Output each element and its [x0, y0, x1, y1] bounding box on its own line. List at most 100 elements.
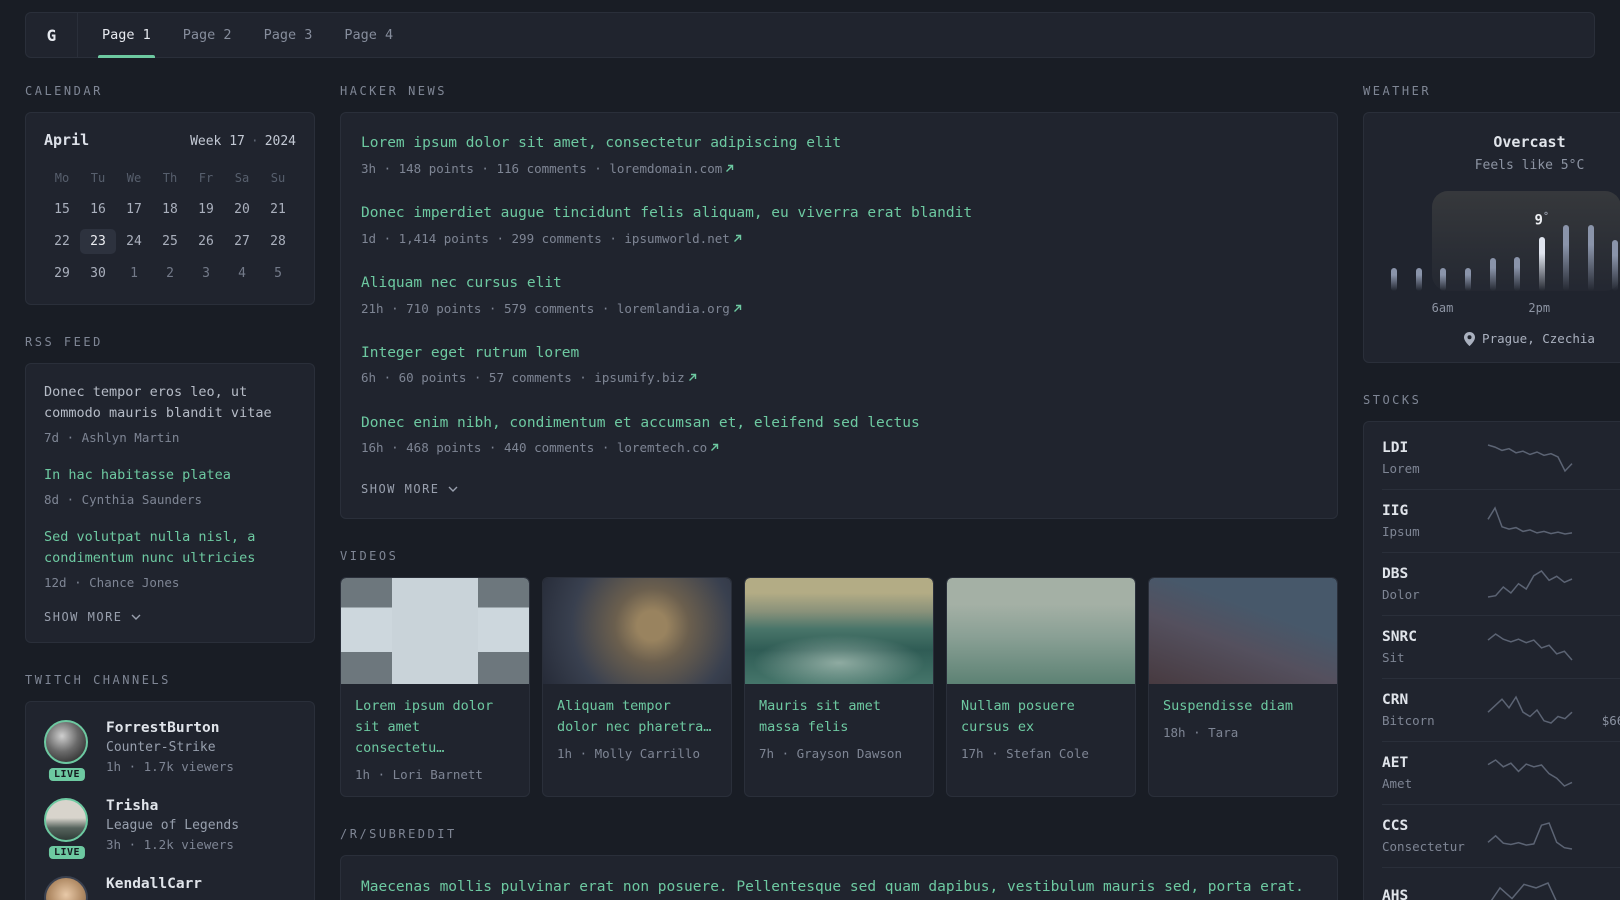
- hackernews-show-more-button[interactable]: SHOW MORE: [361, 482, 458, 496]
- twitch-channel-row[interactable]: LIVE ForrestBurton Counter-Strike 1h · 1.7k…: [44, 719, 296, 781]
- story-domain-link[interactable]: loremtech.co: [617, 440, 707, 455]
- avatar-wrap: LIVE: [44, 797, 90, 859]
- calendar-date: 24: [126, 234, 142, 249]
- tab-page-4[interactable]: Page 4: [332, 13, 405, 57]
- calendar-day-header: Mo: [54, 170, 70, 185]
- calendar-date: 17: [126, 202, 142, 217]
- stock-row[interactable]: CRN Bitcorn -1.00% $66,171.48: [1382, 678, 1620, 741]
- avatar-wrap: LIVE: [44, 719, 90, 781]
- weather-heading: WEATHER: [1363, 84, 1432, 98]
- rss-item-meta: 12d · Chance Jones: [44, 574, 180, 590]
- video-title: Lorem ipsum dolor sit amet consectetu…: [355, 698, 494, 757]
- sparkline-chart: [1487, 444, 1573, 473]
- app-logo[interactable]: G: [26, 13, 78, 57]
- stock-name: Consectetur: [1382, 839, 1465, 854]
- stock-name: Ipsum: [1382, 524, 1420, 539]
- rss-item-title[interactable]: Donec tempor eros leo, ut commodo mauris…: [44, 382, 296, 424]
- twitch-channel-row[interactable]: LIVE Trisha League of Legends 3h · 1.2k vie…: [44, 797, 296, 859]
- stock-sparkline: [1486, 506, 1574, 536]
- story-domain-link[interactable]: ipsumworld.net: [624, 231, 729, 246]
- stock-ticker: DBS: [1382, 566, 1409, 582]
- story-meta: 21h · 710 points · 579 comments · loreml…: [361, 300, 1317, 318]
- video-card[interactable]: Mauris sit amet massa felis 7h · Grayson …: [744, 577, 934, 798]
- calendar-grid: Mo Tu We Th Fr Sa Su 15 16 17 18 19 20 21 22 23 24 25 26 27…: [44, 165, 296, 286]
- video-card[interactable]: Aliquam tempor dolor nec pharetra… 1h · M…: [542, 577, 732, 798]
- tab-page-2[interactable]: Page 2: [171, 13, 244, 57]
- stock-row[interactable]: SNRC Sit +1.36% $148.64: [1382, 615, 1620, 678]
- video-thumbnail: [1149, 578, 1337, 685]
- weather-time-label: [1551, 301, 1575, 315]
- calendar-date: 30: [90, 266, 106, 281]
- rss-show-more-button[interactable]: SHOW MORE: [44, 610, 141, 624]
- calendar-date: 16: [90, 202, 106, 217]
- calendar-card: April Week 17 · 2024 Mo Tu We Th Fr Sa Su 15 16 17 1…: [25, 112, 315, 305]
- rss-card: Donec tempor eros leo, ut commodo mauris…: [25, 363, 315, 643]
- stock-values-cell: -1.00% $66,171.48: [1574, 692, 1620, 728]
- rss-item-meta: 7d · Ashlyn Martin: [44, 429, 180, 445]
- stock-ticker: SNRC: [1382, 629, 1417, 645]
- stock-change: +2.84%: [1574, 503, 1620, 519]
- stock-row[interactable]: CCS Consectetur +0.51% $165.84: [1382, 804, 1620, 867]
- stock-values-cell: +0.51% $165.84: [1574, 818, 1620, 854]
- stock-price: $165.84: [1574, 839, 1620, 854]
- calendar-day-header: Th: [162, 170, 178, 185]
- story-domain-link[interactable]: ipsumify.biz: [594, 370, 684, 385]
- subreddit-widget: /R/SUBREDDIT Maecenas mollis pulvinar er…: [340, 827, 1338, 900]
- stock-row[interactable]: IIG Ipsum +2.84% $42.04: [1382, 489, 1620, 552]
- reddit-post-title[interactable]: Maecenas mollis pulvinar erat non posuer…: [361, 876, 1317, 900]
- video-meta: 1h · Molly Carrillo: [557, 746, 700, 762]
- weather-feels-like: Feels like 5°C: [1474, 158, 1585, 173]
- stock-symbol-cell: CCS Consectetur: [1382, 818, 1486, 854]
- weather-condition: Overcast: [1493, 133, 1566, 151]
- story-domain-link[interactable]: loremlandia.org: [617, 301, 730, 316]
- story-title-link[interactable]: Aliquam nec cursus elit: [361, 273, 1317, 295]
- stock-change: +4.35%: [1574, 440, 1620, 456]
- story-title-link[interactable]: Lorem ipsum dolor sit amet, consectetur …: [361, 133, 1317, 155]
- twitch-channel-row[interactable]: KendallCarr: [44, 875, 296, 900]
- calendar-day-header: Sa: [234, 170, 250, 185]
- video-card[interactable]: Nullam posuere cursus ex 17h · Stefan Col…: [946, 577, 1136, 798]
- stock-ticker: CRN: [1382, 692, 1409, 708]
- calendar-date: 3: [202, 266, 210, 281]
- sparkline-chart: [1486, 695, 1573, 724]
- stock-name: Amet: [1382, 776, 1413, 791]
- stock-sparkline: [1486, 569, 1574, 599]
- stock-sparkline: [1486, 821, 1574, 851]
- weather-bar-column: [1456, 207, 1481, 291]
- weather-bar-column: [1554, 207, 1579, 291]
- rss-item-title[interactable]: In hac habitasse platea: [44, 465, 296, 486]
- rss-item-title[interactable]: Sed volutpat nulla nisl, a condimentum n…: [44, 527, 296, 569]
- stock-name: Bitcorn: [1382, 713, 1435, 728]
- stock-row[interactable]: LDI Lorem +4.35% $795.18: [1382, 427, 1620, 489]
- story-title-link[interactable]: Integer eget rutrum lorem: [361, 343, 1317, 365]
- video-card[interactable]: Suspendisse diam 18h · Tara: [1148, 577, 1338, 798]
- stock-sparkline: [1486, 695, 1574, 725]
- external-link-icon: [711, 444, 719, 452]
- calendar-day-header: Tu: [90, 170, 106, 185]
- weather-time-label: [1382, 301, 1406, 315]
- video-card[interactable]: Lorem ipsum dolor sit amet consectetu… 1h…: [340, 577, 530, 798]
- videos-heading: VIDEOS: [340, 549, 399, 564]
- tab-page-3[interactable]: Page 3: [252, 13, 325, 57]
- video-card-body: Nullam posuere cursus ex 17h · Stefan Col…: [947, 684, 1135, 775]
- tab-page-1[interactable]: Page 1: [90, 13, 163, 58]
- stock-change: -1.00%: [1574, 692, 1620, 708]
- stock-row[interactable]: AHS +0.46%: [1382, 867, 1620, 900]
- twitch-widget: TWITCH CHANNELS LIVE ForrestBurton Counter…: [25, 673, 315, 900]
- calendar-widget: CALENDAR April Week 17 · 2024 Mo Tu We Th Fr Sa…: [25, 84, 315, 305]
- stock-values-cell: +2.84% $42.04: [1574, 503, 1620, 539]
- stock-symbol-cell: LDI Lorem: [1382, 440, 1486, 476]
- stock-row[interactable]: AET Amet +0.92% $499.72: [1382, 741, 1620, 804]
- weather-bar-column: [1505, 207, 1530, 291]
- story-title-link[interactable]: Donec enim nibh, condimentum et accumsan…: [361, 413, 1317, 435]
- calendar-heading: CALENDAR: [25, 84, 103, 98]
- video-thumbnail: [341, 578, 529, 685]
- story-title-link[interactable]: Donec imperdiet augue tincidunt felis al…: [361, 203, 1317, 225]
- weather-time-label: [1406, 301, 1430, 315]
- stock-row[interactable]: DBS Dolor +1.42% $156.28: [1382, 552, 1620, 615]
- weather-bar-column: [1431, 207, 1456, 291]
- video-thumbnail: [543, 578, 731, 685]
- story-domain-link[interactable]: loremdomain.com: [609, 161, 722, 176]
- weather-bar: [1415, 268, 1422, 291]
- stock-sparkline: [1486, 758, 1574, 788]
